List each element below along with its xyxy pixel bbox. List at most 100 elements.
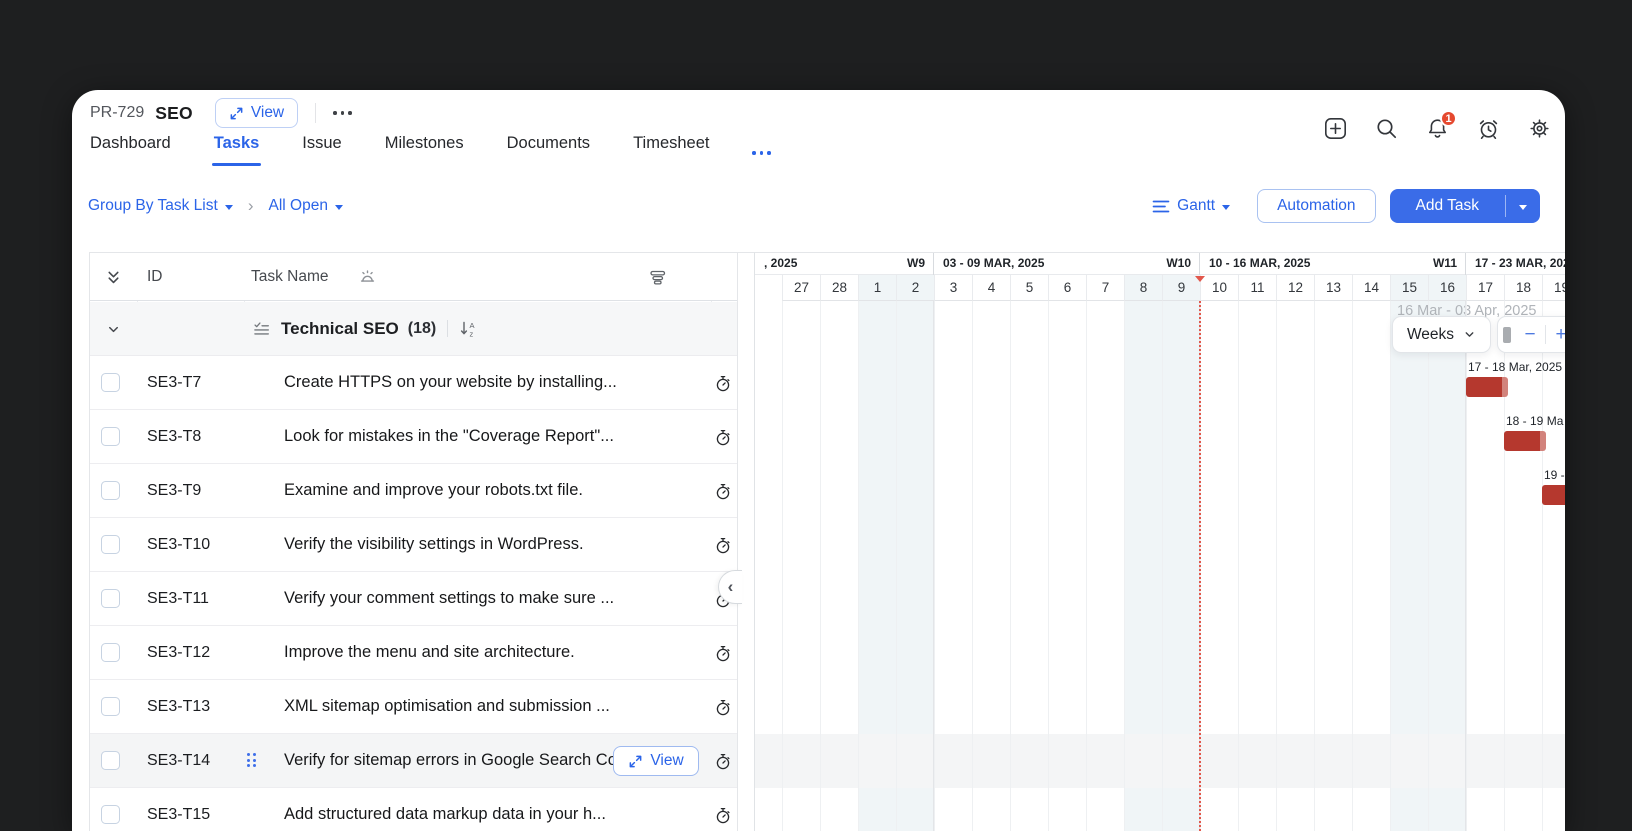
task-id: SE3-T11 [147,589,209,607]
task-filter-dropdown[interactable]: All Open [268,197,343,215]
table-row[interactable]: SE3-T15 Add structured data markup data i… [90,788,737,831]
criteria-stack-icon[interactable] [649,253,667,301]
day-gridline [820,301,821,831]
search-icon[interactable] [1375,117,1398,140]
expand-icon [229,106,244,121]
project-view-button[interactable]: View [214,98,299,128]
add-task-button[interactable]: Add Task [1389,189,1540,223]
gantt-day-cell: 11 [1238,275,1276,301]
stopwatch-icon[interactable] [715,699,731,716]
task-name[interactable]: Verify the visibility settings in WordPr… [284,518,584,571]
tab-issue[interactable]: Issue [302,134,341,166]
tab-milestones[interactable]: Milestones [385,134,464,166]
stopwatch-icon[interactable] [715,483,731,500]
automation-button[interactable]: Automation [1257,189,1376,223]
stopwatch-icon[interactable] [715,645,731,662]
project-name: SEO [155,102,193,123]
column-header-id[interactable]: ID [147,253,163,301]
collapse-group-icon[interactable] [106,322,121,337]
week-number-label: W10 [1166,256,1191,270]
task-name[interactable]: Look for mistakes in the "Coverage Repor… [284,410,614,463]
gantt-task-bar[interactable] [1504,431,1546,451]
task-list-icon [253,321,270,337]
gantt-day-cell: 2 [896,275,934,301]
tab-documents[interactable]: Documents [507,134,590,166]
day-gridline [972,301,973,831]
table-row[interactable]: SE3-T13 XML sitemap optimisation and subm… [90,680,737,734]
row-view-button[interactable]: View [613,746,699,776]
sort-az-icon[interactable]: A z [459,320,480,338]
task-name[interactable]: Verify for sitemap errors in Google Sear… [284,734,614,787]
gantt-day-cell: 27 [782,275,820,301]
task-id: SE3-T9 [147,481,202,499]
group-count: (18) [407,319,437,337]
collapse-all-icon[interactable] [105,253,122,301]
task-id: SE3-T8 [147,427,202,445]
day-gridline [1124,301,1125,831]
row-checkbox[interactable] [101,751,120,770]
table-row[interactable]: SE3-T14 Verify for sitemap errors in Goog… [90,734,737,788]
task-name[interactable]: Improve the menu and site architecture. [284,626,575,679]
stopwatch-icon[interactable] [715,429,731,446]
reminder-siren-icon[interactable] [359,253,376,301]
gantt-day-cell: 15 [1390,275,1428,301]
gantt-day-cell: 3 [934,275,972,301]
row-checkbox[interactable] [101,805,120,824]
gantt-day-cell: 13 [1314,275,1352,301]
week-number-label: W11 [1432,256,1457,270]
gantt-task-bar[interactable] [1542,485,1565,505]
timer-icon[interactable] [1477,117,1500,140]
zoom-in-button[interactable]: + [1549,325,1565,344]
notification-badge: 1 [1440,110,1457,127]
task-name[interactable]: Verify your comment settings to make sur… [284,572,614,625]
gantt-day-cell: 18 [1504,275,1542,301]
table-row[interactable]: SE3-T12 Improve the menu and site archite… [90,626,737,680]
stopwatch-icon[interactable] [715,537,731,554]
gantt-day-cell: 28 [820,275,858,301]
row-checkbox[interactable] [101,535,120,554]
view-mode-dropdown[interactable]: Gantt [1152,197,1231,215]
task-name[interactable]: Add structured data markup data in your … [284,788,606,831]
notifications-bell-icon[interactable]: 1 [1426,110,1457,140]
settings-gear-icon[interactable] [1528,117,1551,140]
gantt-bar-date-label: 17 - 18 Mar, 2025 [1468,360,1563,374]
gantt-task-bar[interactable] [1466,377,1508,397]
table-row[interactable]: SE3-T11 Verify your comment settings to m… [90,572,737,626]
table-row[interactable]: SE3-T8 Look for mistakes in the "Coverage… [90,410,737,464]
drag-handle-icon[interactable] [247,753,256,767]
group-by-dropdown[interactable]: Group By Task List [88,197,233,215]
day-gridline [1276,301,1277,831]
tab-tasks[interactable]: Tasks [211,134,261,166]
stopwatch-icon[interactable] [715,753,731,770]
row-checkbox[interactable] [101,589,120,608]
task-group-header[interactable]: Technical SEO (18) A z [90,302,737,356]
task-id: SE3-T10 [147,535,211,553]
stopwatch-icon[interactable] [715,807,731,824]
week-range-label: 17 - 23 MAR, 202 [1475,256,1565,270]
row-checkbox[interactable] [101,427,120,446]
more-menu-icon[interactable] [333,111,352,115]
table-row[interactable]: SE3-T10 Verify the visibility settings in… [90,518,737,572]
table-row[interactable]: SE3-T9 Examine and improve your robots.tx… [90,464,737,518]
gantt-scale-dropdown[interactable]: Weeks [1392,316,1491,353]
tab-timesheet[interactable]: Timesheet [633,134,709,166]
day-gridline [1428,301,1429,831]
zoom-slider-handle[interactable] [1503,326,1511,343]
row-checkbox[interactable] [101,481,120,500]
task-name[interactable]: Examine and improve your robots.txt file… [284,464,583,517]
task-id: SE3-T12 [147,643,211,661]
table-row[interactable]: SE3-T7 Create HTTPS on your website by in… [90,356,737,410]
add-task-dropdown[interactable] [1506,189,1540,223]
divider [315,103,317,123]
task-name[interactable]: Create HTTPS on your website by installi… [284,356,617,409]
task-name[interactable]: XML sitemap optimisation and submission … [284,680,610,733]
zoom-out-button[interactable]: − [1518,325,1542,344]
row-checkbox[interactable] [101,697,120,716]
tabs-overflow-icon[interactable] [752,140,771,166]
row-checkbox[interactable] [101,643,120,662]
stopwatch-icon[interactable] [715,375,731,392]
add-new-icon[interactable] [1324,117,1347,140]
column-header-task-name[interactable]: Task Name [251,253,329,301]
tab-dashboard[interactable]: Dashboard [90,134,171,166]
row-checkbox[interactable] [101,373,120,392]
